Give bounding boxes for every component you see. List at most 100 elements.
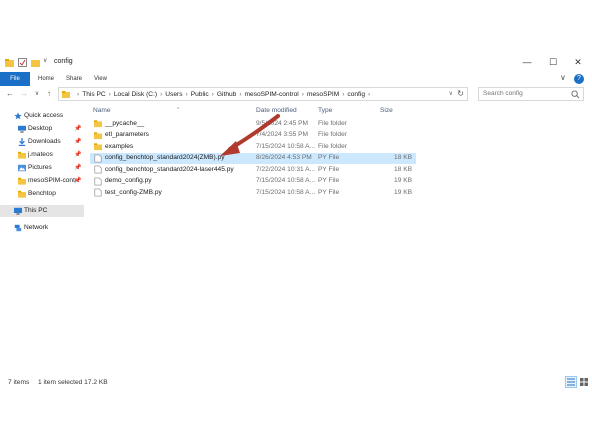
sidebar-item-label: Pictures [28,164,52,171]
folder-icon [5,59,14,67]
breadcrumb-mesospim-control[interactable]: mesoSPIM-control [245,91,299,98]
up-arrow-icon[interactable]: ↑ [43,88,55,100]
sidebar-item-benchtop[interactable]: Benchtop [0,188,84,200]
file-size: 19 KB [394,188,412,196]
search-input[interactable] [483,90,569,97]
file-name: config_benchtop_standard2024-laser445.py [105,165,234,173]
file-type: File folder [318,119,347,127]
file-date: 7/15/2024 10:58 A... [256,177,316,184]
sidebar-item-label: Downloads [28,138,61,145]
breadcrumb-local-disk[interactable]: Local Disk (C:) [114,91,157,98]
expand-ribbon-icon[interactable]: ∨ [560,73,566,82]
breadcrumb-config[interactable]: config [347,91,365,98]
file-explorer-window: ∨ config — ☐ ✕ File Home Share View ∨ ? … [0,52,592,392]
pin-icon[interactable]: 📌 [74,164,81,171]
file-icon [94,188,102,197]
pin-icon[interactable]: 📌 [74,138,81,145]
list-item[interactable]: config_benchtop_standard2024-laser445.py… [90,164,416,175]
navigation-pane: Quick access Desktop 📌 Downloads 📌 j.mat… [0,104,84,374]
file-type: PY File [318,188,340,196]
file-size: 18 KB [394,165,412,173]
back-arrow-icon[interactable]: ← [4,88,16,100]
maximize-button[interactable]: ☐ [541,55,565,69]
selection-info: 1 item selected 17.2 KB [38,379,108,386]
file-type: PY File [318,154,340,161]
ribbon-tabs: File Home Share View ∨ ? [0,72,592,86]
file-name: __pycache__ [105,119,145,127]
file-name: etl_parameters [105,131,149,138]
annotation-arrow [220,114,280,156]
search-box[interactable] [478,87,584,101]
file-name: demo_config.py [105,177,152,184]
folder-icon [18,190,26,198]
minimize-button[interactable]: — [515,55,539,69]
status-bar: 7 items 1 item selected 17.2 KB [0,374,592,392]
help-icon[interactable]: ? [574,74,584,84]
sidebar-item-downloads[interactable]: Downloads 📌 [0,136,84,148]
sidebar-item-label: j.mateos [28,151,53,158]
file-type: File folder [318,142,347,150]
column-header-label: Name [93,107,111,114]
folder-icon [18,177,26,185]
column-header-name[interactable]: Name ^ [93,107,179,114]
title-bar: ∨ config — ☐ ✕ [0,52,592,72]
pin-icon[interactable]: 📌 [74,177,81,184]
tab-view[interactable]: View [94,72,107,86]
close-button[interactable]: ✕ [566,55,590,69]
folder-icon [94,120,102,128]
sidebar-item-quick-access[interactable]: Quick access [0,110,84,122]
folder-icon [18,151,26,159]
details-view-button[interactable] [565,376,577,388]
sort-caret-icon: ^ [177,107,180,113]
tab-home[interactable]: Home [38,72,54,86]
sidebar-item-label: Desktop [28,125,53,132]
sidebar-item-desktop[interactable]: Desktop 📌 [0,123,84,135]
breadcrumb-github[interactable]: Github [217,91,236,98]
sidebar-item-label: This PC [24,207,48,214]
pictures-icon [18,164,26,172]
pin-icon[interactable]: 📌 [74,151,81,158]
sidebar-item-this-pc[interactable]: This PC [0,205,84,217]
item-count: 7 items [8,379,30,386]
details-view-icon [567,378,575,386]
properties-icon[interactable] [18,58,27,67]
column-header-size[interactable]: Size [380,107,393,114]
file-icon [94,165,102,174]
breadcrumb: › This PC › Local Disk (C:) › Users › Public › Gi… [77,91,371,98]
file-date: 7/15/2024 10:58 A... [256,188,316,196]
address-bar[interactable]: › This PC › Local Disk (C:) › Users › Public › Gi… [58,87,468,101]
sidebar-item-pictures[interactable]: Pictures 📌 [0,162,84,174]
quick-access-dropdown-icon[interactable]: ∨ [43,57,47,66]
refresh-icon[interactable]: ↻ [457,89,464,98]
breadcrumb-mesospim[interactable]: mesoSPIM [307,91,339,98]
sidebar-item-mesospim-control[interactable]: mesoSPIM-contr 📌 [0,175,84,187]
file-icon [94,154,102,162]
column-header-type[interactable]: Type [318,107,332,114]
tab-file[interactable]: File [0,72,30,86]
forward-arrow-icon[interactable]: → [18,88,30,100]
sidebar-item-label: Quick access [24,112,64,119]
search-icon [571,90,580,99]
network-icon [14,224,22,232]
sidebar-item-network[interactable]: Network [0,222,84,234]
pin-icon[interactable]: 📌 [74,125,81,132]
folder-icon [62,91,70,98]
file-type: PY File [318,177,340,184]
new-folder-icon[interactable] [31,58,40,67]
desktop-icon [18,125,26,133]
star-icon [14,112,22,120]
file-list: Name ^ Date modified Type Size __pycache_… [86,104,592,374]
recent-locations-icon[interactable]: ∨ [31,88,43,100]
file-type: File folder [318,131,347,138]
sidebar-item-j-mateos[interactable]: j.mateos 📌 [0,149,84,161]
breadcrumb-users[interactable]: Users [165,91,182,98]
list-item[interactable]: demo_config.py 7/15/2024 10:58 A... PY F… [90,176,416,187]
tab-share[interactable]: Share [66,72,82,86]
address-dropdown-icon[interactable]: ∨ [449,90,453,97]
file-date: 7/22/2024 10:31 A... [256,165,316,173]
large-icons-view-button[interactable] [578,376,590,388]
list-item[interactable]: test_config-ZMB.py 7/15/2024 10:58 A... … [90,187,416,198]
file-icon [94,177,102,185]
breadcrumb-public[interactable]: Public [191,91,209,98]
breadcrumb-this-pc[interactable]: This PC [82,91,105,98]
